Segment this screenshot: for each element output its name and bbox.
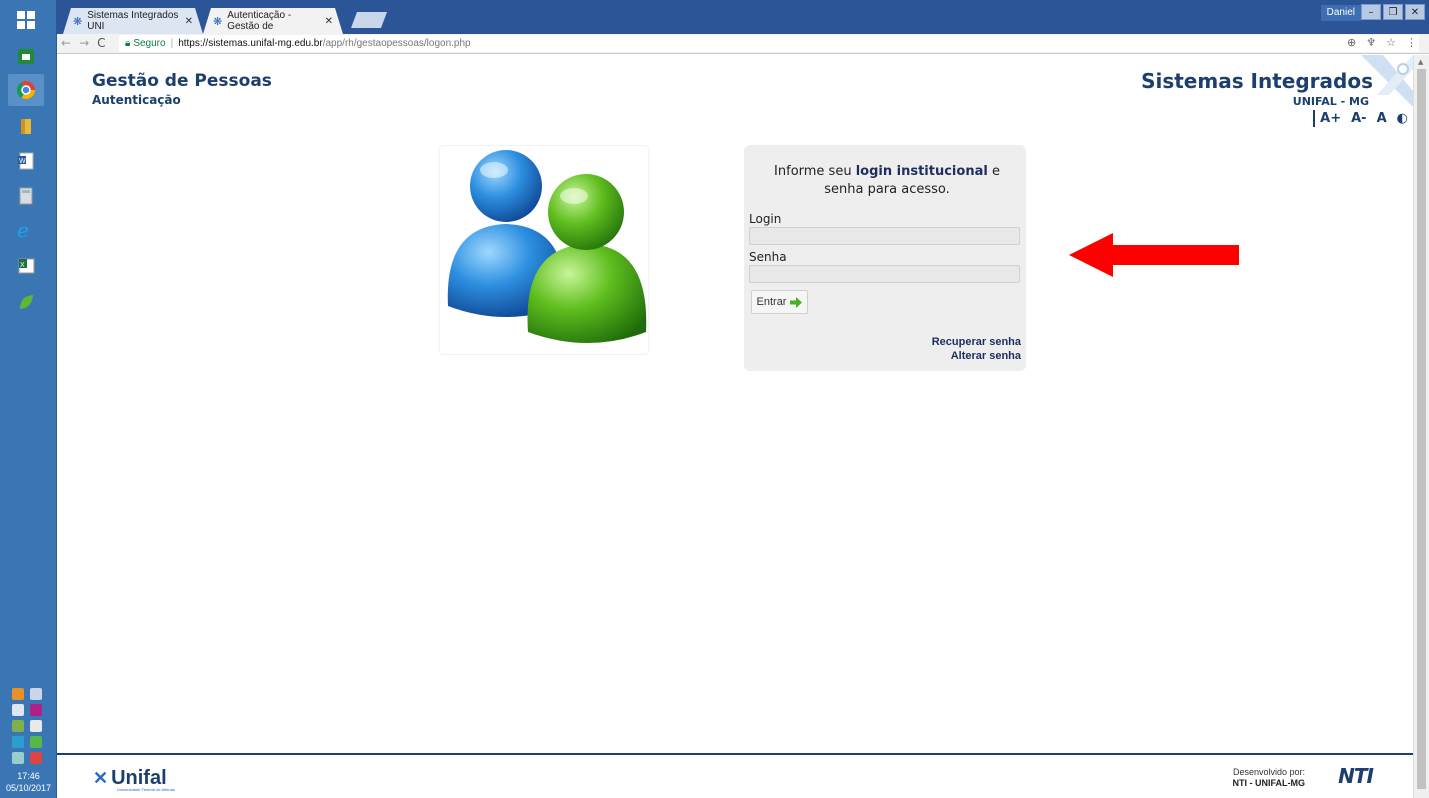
zoom-icon[interactable]: ⊕ [1347,36,1356,49]
login-form: Informe seu login institucional e senha … [744,145,1026,371]
forward-icon[interactable]: → [79,36,89,50]
tab-sistemas-integrados[interactable]: ❋ Sistemas Integrados UNI ✕ [63,8,203,34]
volume-icon[interactable] [12,704,24,716]
unifal-favicon-icon: ❋ [213,15,223,28]
extension-icon[interactable]: ♆ [1366,36,1376,49]
unifal-mark-icon: ✕ [93,768,109,788]
browser-titlebar: ❋ Sistemas Integrados UNI ✕ ❋ Autenticaç… [57,0,1429,34]
page-title: Gestão de Pessoas [92,71,272,91]
contrast-toggle-button[interactable]: ◐ [1392,110,1413,127]
windows-taskbar: W e X 17:46 05/10/2017 [0,0,57,798]
tray-alert-icon[interactable] [30,752,42,764]
accessibility-controls: A+ A- A ◐ [1313,110,1413,127]
page-scrollbar[interactable]: ▲ [1413,55,1429,798]
address-bar[interactable]: 🔒︎ Seguro | https://sistemas.unifal-mg.edu.… [119,35,1419,52]
svg-text:W: W [19,158,26,165]
address-actions: ⊕ ♆ ☆ ⋮ [1347,36,1417,49]
red-arrow-annotation [1069,233,1239,277]
word-icon[interactable]: W [8,145,44,177]
windows-start-icon[interactable] [8,4,44,36]
login-msg-pre: Informe seu [774,164,856,179]
brand-subtitle: UNIFAL - MG [1292,95,1369,108]
app-leaf-icon[interactable] [8,286,44,318]
brand-title: Sistemas Integrados [1141,69,1373,93]
system-tray [12,688,42,764]
tray-shield-icon[interactable] [30,736,42,748]
change-password-link[interactable]: Alterar senha [951,350,1021,362]
excel-icon[interactable]: X [8,250,44,282]
window-controls: – ❐ ✕ [1361,4,1425,20]
reload-icon[interactable]: C [97,36,105,50]
login-label: Login [749,212,782,226]
svg-text:X: X [20,262,25,269]
developed-by: Desenvolvido por: NTI - UNIFAL-MG [1233,767,1306,789]
taskbar-clock[interactable]: 17:46 05/10/2017 [0,770,57,794]
nti-logo: NTI [1338,764,1374,788]
svg-text:e: e [17,219,29,241]
tab-autenticacao[interactable]: ❋ Autenticação - Gestão de ✕ [203,8,343,34]
password-input[interactable] [749,265,1020,283]
password-label: Senha [749,250,787,264]
login-submit-button[interactable]: Entrar [751,290,808,314]
close-window-icon[interactable]: ✕ [1405,4,1425,20]
url-path: /app/rh/gestaopessoas/logon.php [322,38,471,49]
store-icon[interactable] [8,40,44,72]
restore-icon[interactable]: ❐ [1383,4,1403,20]
nav-buttons: ← → C [61,36,106,50]
page-content: Gestão de Pessoas Autenticação Sistemas … [57,55,1413,798]
users-icon [447,150,647,343]
tab-label: Autenticação - Gestão de [227,10,292,32]
tray-network-icon[interactable] [12,720,24,732]
page-subtitle: Autenticação [92,93,181,107]
tray-app-icon[interactable] [12,688,24,700]
unifal-favicon-icon: ❋ [73,15,83,28]
tab-close-icon[interactable]: ✕ [325,16,333,27]
recover-password-link[interactable]: Recuperar senha [932,336,1021,348]
url-separator: | [170,38,174,49]
login-msg-bold: login institucional [855,164,988,179]
clock-time: 17:46 [17,771,40,781]
flag-icon[interactable] [30,720,42,732]
tab-label: Sistemas Integrados UNI [87,10,179,32]
chrome-icon[interactable] [8,74,44,106]
font-reset-button[interactable]: A [1372,110,1392,127]
developer-name: NTI - UNIFAL-MG [1232,778,1306,788]
tab-close-icon[interactable]: ✕ [185,16,193,27]
developed-by-label: Desenvolvido por: [1232,767,1305,777]
bookmark-star-icon[interactable]: ☆ [1386,36,1396,49]
font-decrease-button[interactable]: A- [1346,110,1371,127]
login-input[interactable] [749,227,1020,245]
calculator-icon[interactable] [8,180,44,212]
internet-explorer-icon[interactable]: e [8,214,44,246]
login-instructions: Informe seu login institucional e senha … [764,163,1010,199]
arrow-right-icon [790,296,803,308]
tray-sync-icon[interactable] [12,736,24,748]
minimize-icon[interactable]: – [1361,4,1381,20]
lock-icon: 🔒︎ [125,38,131,49]
clock-date: 05/10/2017 [5,783,52,793]
back-icon[interactable]: ← [61,36,71,50]
scrollbar-thumb[interactable] [1417,69,1426,789]
users-illustration [439,145,649,355]
secure-label: Seguro [133,38,166,49]
keyboard-icon[interactable] [12,752,24,764]
font-increase-button[interactable]: A+ [1315,110,1346,127]
new-tab-button[interactable] [351,12,387,28]
tray-media-icon[interactable] [30,704,42,716]
footer-divider [57,753,1413,755]
submit-label: Entrar [756,296,787,308]
profile-user-label[interactable]: Daniel [1320,5,1361,21]
url-host: https://sistemas.unifal-mg.edu.br [178,38,323,49]
menu-kebab-icon[interactable]: ⋮ [1406,36,1417,49]
tray-touch-icon[interactable] [30,688,42,700]
browser-toolbar: ← → C 🔒︎ Seguro | https://sistemas.unifal-m… [57,34,1429,54]
folder-icon[interactable] [8,110,44,142]
unifal-tagline: Universidade Federal de Alfenas [117,787,175,792]
scroll-up-icon[interactable]: ▲ [1418,58,1423,66]
